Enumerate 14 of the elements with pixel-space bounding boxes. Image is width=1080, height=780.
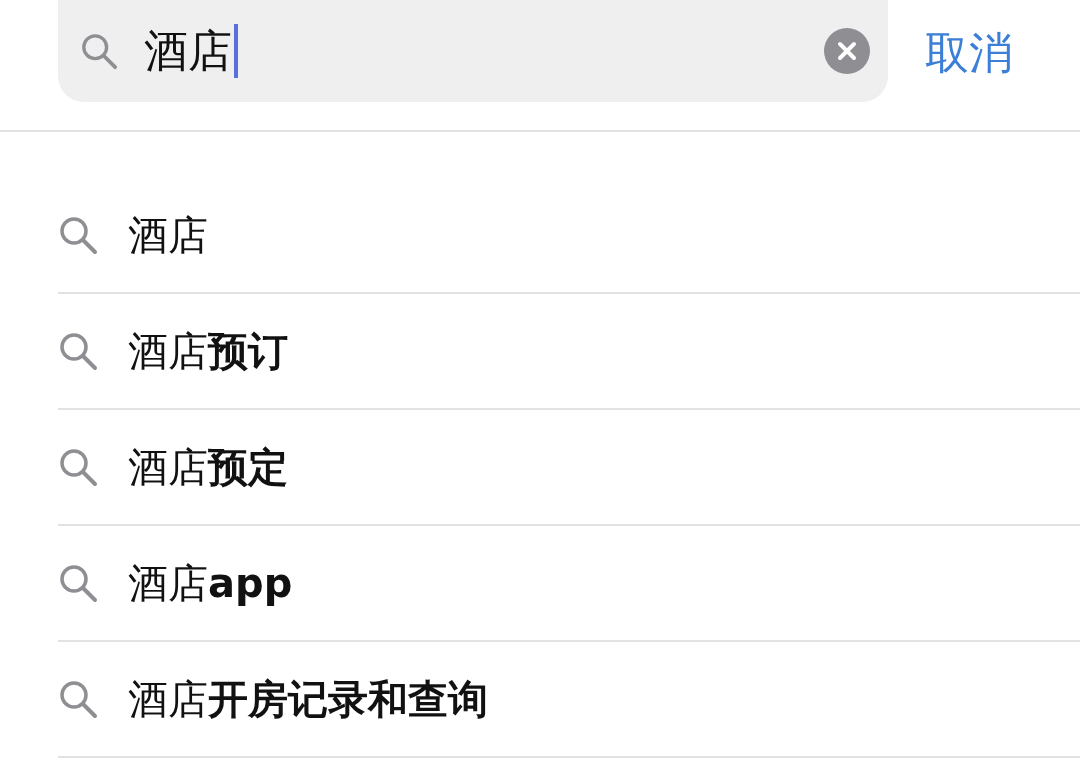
clear-button[interactable]: [824, 28, 870, 74]
suggestion-item[interactable]: 酒店开房记录和查询: [58, 642, 1080, 758]
suggestion-item[interactable]: 酒店: [58, 178, 1080, 294]
suggestion-item[interactable]: 酒店app: [58, 526, 1080, 642]
cancel-button[interactable]: 取消: [925, 24, 1013, 83]
search-icon: [80, 32, 118, 70]
suggestion-item[interactable]: 酒店预定: [58, 410, 1080, 526]
search-icon: [58, 331, 98, 371]
search-icon: [58, 215, 98, 255]
search-icon: [58, 563, 98, 603]
search-icon: [58, 679, 98, 719]
suggestion-item[interactable]: 酒店预订: [58, 294, 1080, 410]
search-icon: [58, 447, 98, 487]
search-field[interactable]: 酒店: [58, 0, 888, 102]
